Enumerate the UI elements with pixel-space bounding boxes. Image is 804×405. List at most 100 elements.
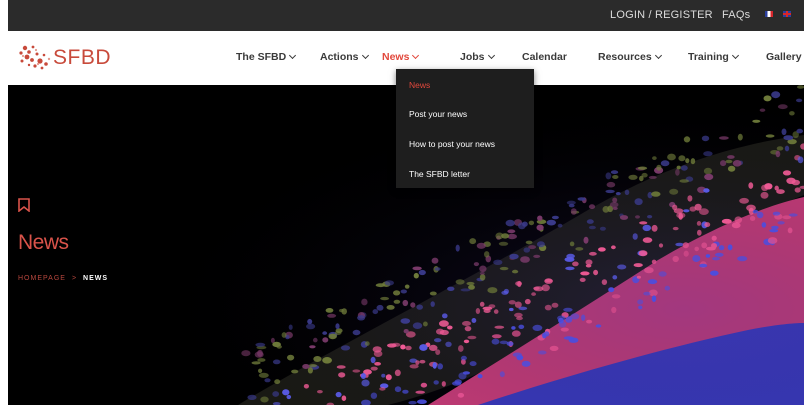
breadcrumb-home-link[interactable]: HOMEPAGE — [18, 275, 66, 282]
cell-nucleus — [634, 198, 643, 206]
cell-nucleus — [536, 241, 545, 248]
nav-resources[interactable]: Resources — [598, 51, 662, 63]
dropdown-item-sfbd-letter[interactable]: The SFBD letter — [409, 169, 470, 179]
cell-nucleus — [651, 224, 658, 232]
cell-nucleus — [327, 313, 337, 318]
cell-nucleus — [257, 349, 263, 357]
cell-nucleus — [430, 301, 435, 307]
cell-nucleus — [565, 266, 575, 271]
cell-nucleus — [586, 219, 594, 224]
cell-nucleus — [639, 175, 644, 182]
cell-nucleus — [602, 206, 610, 213]
cell-nucleus — [676, 165, 681, 170]
cell-nucleus — [477, 374, 483, 379]
cell-nucleus — [796, 128, 803, 134]
cell-nucleus — [416, 399, 427, 405]
cell-nucleus — [469, 361, 477, 367]
cell-nucleus — [769, 229, 779, 233]
cell-nucleus — [637, 299, 644, 305]
cell-nucleus — [479, 265, 487, 273]
cell-nucleus — [783, 135, 794, 141]
cell-nucleus — [605, 172, 612, 180]
nav-calendar[interactable]: Calendar — [522, 51, 567, 63]
cell-nucleus — [563, 307, 573, 312]
chevron-down-icon — [289, 51, 297, 60]
cell-nucleus — [599, 226, 606, 231]
cell-nucleus — [512, 352, 522, 357]
dropdown-item-news[interactable]: News — [409, 80, 430, 90]
nav-actions[interactable]: Actions — [320, 51, 369, 63]
cell-nucleus — [509, 253, 519, 260]
cell-nucleus — [415, 360, 420, 365]
cell-nucleus — [532, 324, 543, 331]
cell-nucleus — [570, 313, 580, 320]
cell-nucleus — [400, 344, 406, 350]
nav-the-sfbd[interactable]: The SFBD — [236, 51, 297, 63]
nav-training[interactable]: Training — [688, 51, 739, 63]
cell-nucleus — [257, 358, 266, 362]
cell-nucleus — [460, 288, 471, 292]
cell-nucleus — [727, 155, 735, 159]
cell-nucleus — [581, 314, 586, 321]
nav-news[interactable]: News — [382, 51, 420, 63]
cell-nucleus — [703, 151, 713, 157]
cell-nucleus — [632, 233, 638, 240]
cell-nucleus — [761, 222, 767, 228]
cell-nucleus — [415, 390, 426, 394]
cell-nucleus — [509, 307, 514, 312]
nav-jobs[interactable]: Jobs — [460, 51, 495, 63]
cell-nucleus — [361, 379, 370, 387]
cell-nucleus — [609, 201, 619, 208]
cell-nucleus — [664, 285, 670, 291]
cell-nucleus — [703, 188, 710, 193]
cell-nucleus — [786, 177, 796, 184]
cell-nucleus — [400, 318, 411, 324]
dropdown-item-post-your-news[interactable]: Post your news — [409, 109, 467, 119]
cell-nucleus — [437, 363, 444, 370]
cell-nucleus — [546, 219, 556, 226]
cell-nucleus — [610, 170, 619, 175]
login-register-link[interactable]: LOGIN / REGISTER — [610, 9, 713, 21]
cell-nucleus — [455, 279, 465, 285]
cell-nucleus — [606, 181, 616, 188]
cell-nucleus — [652, 156, 657, 160]
dropdown-item-how-to-post[interactable]: How to post your news — [409, 139, 495, 149]
cell-nucleus — [306, 323, 316, 330]
cell-nucleus — [685, 158, 690, 164]
cell-nucleus — [651, 259, 657, 264]
nav-gallery[interactable]: Gallery — [766, 51, 802, 63]
cell-nucleus — [796, 98, 803, 103]
cell-nucleus — [638, 250, 648, 257]
cell-nucleus — [551, 215, 559, 220]
cell-nucleus — [776, 146, 784, 151]
cell-nucleus — [752, 119, 761, 123]
cell-nucleus — [593, 269, 599, 276]
cell-nucleus — [336, 365, 346, 369]
cell-nucleus — [608, 287, 615, 293]
cell-nucleus — [611, 245, 616, 250]
cell-nucleus — [464, 326, 472, 332]
site-logo[interactable]: SFBD — [16, 40, 126, 76]
chevron-down-icon — [731, 51, 739, 60]
cell-nucleus — [669, 188, 679, 195]
cell-nucleus — [611, 294, 621, 299]
cell-nucleus — [476, 242, 486, 249]
cell-nucleus — [727, 244, 733, 251]
cell-nucleus — [678, 212, 683, 220]
cell-nucleus — [639, 221, 648, 225]
chevron-down-icon — [487, 51, 495, 60]
cell-nucleus — [511, 330, 521, 337]
cell-nucleus — [402, 389, 409, 394]
cell-nucleus — [514, 301, 522, 308]
cell-nucleus — [612, 275, 618, 280]
cell-nucleus — [719, 136, 729, 140]
cell-nucleus — [797, 156, 804, 164]
cell-nucleus — [495, 232, 504, 240]
cell-nucleus — [575, 247, 584, 251]
english-flag-icon[interactable] — [783, 11, 791, 17]
french-flag-icon[interactable] — [765, 11, 773, 17]
cell-nucleus — [341, 308, 348, 315]
cell-nucleus — [335, 391, 342, 398]
cell-nucleus — [375, 283, 386, 288]
faqs-link[interactable]: FAQs — [722, 9, 750, 21]
